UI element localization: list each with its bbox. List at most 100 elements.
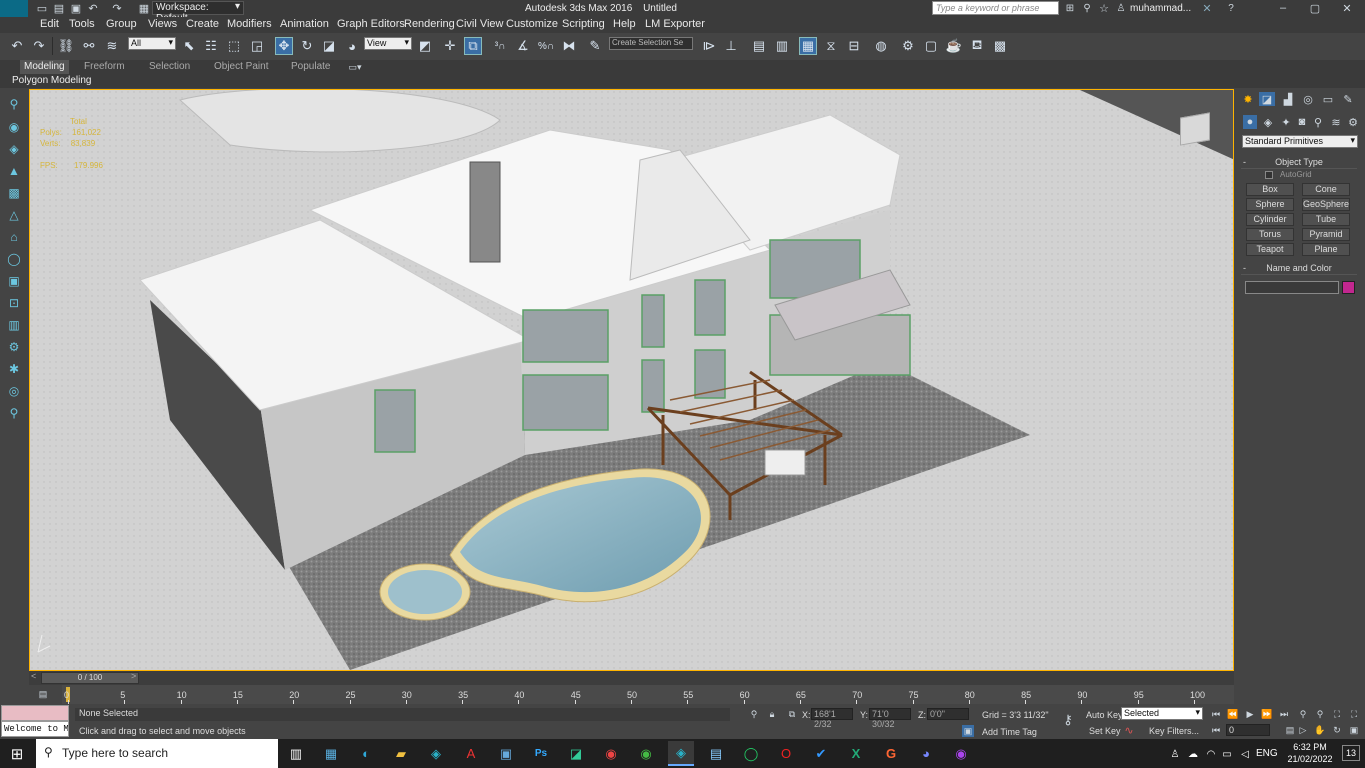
tab-populate[interactable]: Populate [287, 60, 334, 74]
project-folder-icon[interactable]: ▦ [137, 1, 151, 15]
spacewarps-category-icon[interactable]: ≋ [1329, 115, 1343, 129]
redo-icon[interactable]: ↷ [30, 37, 48, 55]
people-icon[interactable]: ♙ [1168, 747, 1182, 761]
geometry-category-icon[interactable]: ● [1243, 115, 1257, 129]
mini-curve-editor-icon[interactable]: ▤ [36, 688, 50, 700]
go-to-end-icon[interactable]: ⏭ [1278, 708, 1290, 720]
field-of-view-icon[interactable]: ▷ [1297, 724, 1309, 736]
object-type-rollout[interactable]: - Object Type [1241, 157, 1357, 169]
podcast-app-icon[interactable]: ◉ [948, 741, 974, 766]
create-panel-tab-icon[interactable]: ✸ [1240, 92, 1256, 106]
render-setup-icon[interactable]: ⚙ [899, 37, 917, 55]
menu-animation[interactable]: Animation [280, 18, 329, 30]
create-pyramid-icon[interactable]: △ [5, 206, 23, 224]
zoom-extents-icon[interactable]: ⛶ [1331, 708, 1343, 720]
keyboard-shortcut-toggle-icon[interactable]: ⧉ [464, 37, 482, 55]
zoom-icon[interactable]: ⚲ [1297, 708, 1309, 720]
menu-modifiers[interactable]: Modifiers [227, 18, 272, 30]
current-frame-field[interactable]: 0 [1226, 724, 1270, 736]
viewcube-icon[interactable] [1180, 112, 1210, 146]
create-helper-icon[interactable]: ⊡ [5, 294, 23, 312]
create-box-icon[interactable]: ▩ [5, 184, 23, 202]
windows-start-icon[interactable]: ⊞ [4, 741, 30, 766]
acrobat-icon[interactable]: A [458, 741, 484, 766]
create-shapes-icon[interactable]: ◈ [5, 140, 23, 158]
sphere-button[interactable]: Sphere [1246, 198, 1294, 211]
autogrid-checkbox[interactable] [1265, 171, 1273, 179]
create-systems-icon[interactable]: ⚙ [5, 338, 23, 356]
time-slider-next-icon[interactable]: > [131, 671, 136, 681]
menu-edit[interactable]: Edit [40, 18, 59, 30]
save-icon[interactable]: ▣ [69, 1, 83, 15]
geosphere-button[interactable]: GeoSphere [1302, 198, 1350, 211]
task-view-icon[interactable]: ▥ [283, 741, 309, 766]
lock-selection-icon[interactable]: 🔒︎ [766, 708, 778, 720]
render-iterative-icon[interactable]: ⛾ [968, 37, 986, 55]
exchange-icon[interactable]: ✕ [1200, 1, 1214, 15]
set-key-button[interactable]: Set Key [1089, 726, 1121, 736]
percent-snap-icon[interactable]: %∩ [537, 37, 555, 55]
discord-icon[interactable]: ◕ [913, 741, 939, 766]
rendered-frame-window-icon[interactable]: ▢ [922, 37, 940, 55]
key-mode-dropdown[interactable]: Selected ▾ [1121, 707, 1203, 720]
time-configuration-icon[interactable]: ▤ [1284, 724, 1296, 736]
redo-icon[interactable]: ↷ [110, 1, 124, 15]
sketch-app-icon[interactable]: ◪ [563, 741, 589, 766]
onedrive-icon[interactable]: ☁ [1186, 747, 1200, 761]
material-editor-icon[interactable]: ◍ [872, 37, 890, 55]
shapes-category-icon[interactable]: ◈ [1261, 115, 1275, 129]
grammarly-icon[interactable]: G [878, 741, 904, 766]
object-name-field[interactable] [1245, 281, 1339, 294]
menu-views[interactable]: Views [148, 18, 177, 30]
tube-button[interactable]: Tube [1302, 213, 1350, 226]
zoom-extents-all-icon[interactable]: ⛶ [1348, 708, 1360, 720]
create-cylinder-icon[interactable]: ▣ [5, 272, 23, 290]
tab-modeling[interactable]: Modeling [20, 60, 69, 74]
menu-graph-editors[interactable]: Graph Editors [337, 18, 405, 30]
angle-snap-icon[interactable]: ∡ [514, 37, 532, 55]
calculator-icon[interactable]: ▦ [318, 741, 344, 766]
communication-icon[interactable]: ⚲ [1080, 1, 1094, 15]
snaps-toggle-icon[interactable]: ³∩ [491, 37, 509, 55]
systems-category-icon[interactable]: ⚙ [1346, 115, 1360, 129]
help-icon[interactable]: ? [1224, 1, 1238, 15]
chrome-icon[interactable]: ◉ [598, 741, 624, 766]
maxscript-listener[interactable]: Welcome to M [1, 721, 69, 737]
todo-icon[interactable]: ✔ [808, 741, 834, 766]
excel-icon[interactable]: X [843, 741, 869, 766]
ribbon-options-icon[interactable]: ▭▾ [346, 61, 364, 73]
pan-view-icon[interactable]: ✋ [1314, 724, 1326, 736]
user-icon[interactable]: ♙ [1114, 1, 1128, 15]
box-button[interactable]: Box [1246, 183, 1294, 196]
auto-key-button[interactable]: Auto Key [1086, 710, 1123, 720]
maximize-viewport-icon[interactable]: ▣ [1348, 724, 1360, 736]
x-coord-field[interactable]: 168'1 2/32 [811, 708, 853, 729]
mirror-icon[interactable]: ⧐ [700, 37, 718, 55]
menu-rendering[interactable]: Rendering [404, 18, 455, 30]
perspective-viewport[interactable]: Total Polys: 161,022 Verts: 83,839 FPS: … [29, 89, 1234, 671]
helpers-category-icon[interactable]: ⚲ [1311, 115, 1325, 129]
torus-button[interactable]: Torus [1246, 228, 1294, 241]
photo-app-icon[interactable]: ▣ [493, 741, 519, 766]
notification-center-icon[interactable]: 13 [1342, 745, 1360, 761]
create-camera-icon[interactable]: ▥ [5, 316, 23, 334]
create-sphere-icon[interactable]: ◉ [5, 118, 23, 136]
cameras-category-icon[interactable]: ◙ [1295, 115, 1309, 129]
tab-selection[interactable]: Selection [145, 60, 194, 74]
motion-panel-tab-icon[interactable]: ◎ [1300, 92, 1316, 106]
teapot-button[interactable]: Teapot [1246, 243, 1294, 256]
name-color-rollout[interactable]: - Name and Color [1241, 263, 1357, 275]
create-cone-icon[interactable]: ▲ [5, 162, 23, 180]
edge-browser-icon[interactable]: ◐ [353, 741, 379, 766]
minimize-icon[interactable]: – [1272, 0, 1294, 16]
primitive-type-dropdown[interactable]: Standard Primitives ▾ [1242, 135, 1358, 148]
undo-icon[interactable]: ↶ [86, 1, 100, 15]
undo-icon[interactable]: ↶ [8, 37, 26, 55]
layer-manager-icon[interactable]: ▤ [750, 37, 768, 55]
selection-filter-dropdown[interactable]: All ▾ [128, 37, 176, 50]
create-tube-icon[interactable]: ◎ [5, 382, 23, 400]
polygon-modeling-panel[interactable]: Polygon Modeling [12, 75, 92, 86]
create-particle-icon[interactable]: ✱ [5, 360, 23, 378]
window-crossing-icon[interactable]: ◲ [248, 37, 266, 55]
close-icon[interactable]: ✕ [1336, 0, 1358, 16]
